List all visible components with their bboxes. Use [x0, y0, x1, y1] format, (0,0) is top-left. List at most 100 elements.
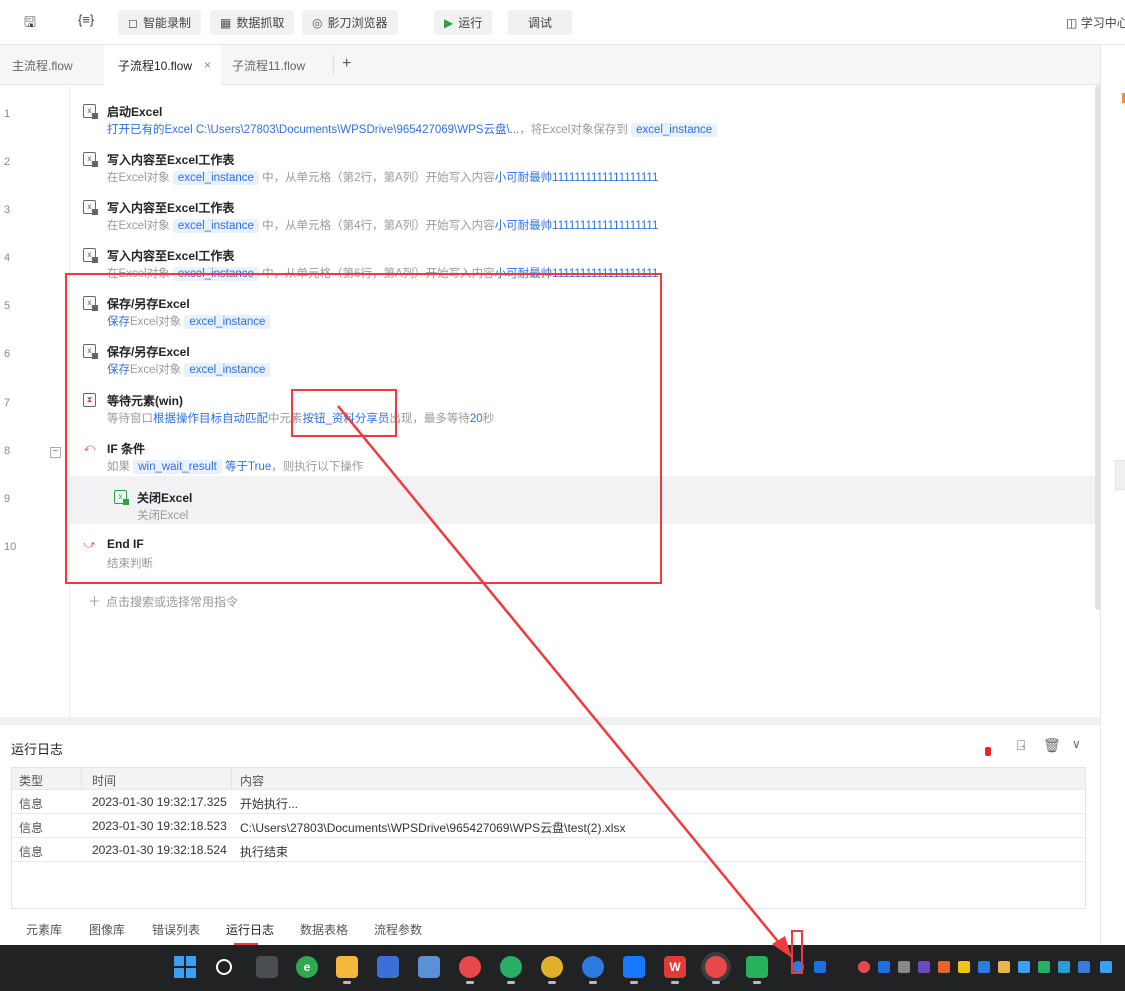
- save-icon[interactable]: 🖫: [24, 12, 36, 36]
- tray-icon[interactable]: [878, 961, 890, 973]
- step-title: 写入内容至Excel工作表: [107, 153, 235, 167]
- tray-icon[interactable]: [938, 961, 950, 973]
- tab-subflow-10[interactable]: 子流程10.flow ×: [104, 45, 222, 85]
- table-row[interactable]: 信息 2023-01-30 19:32:17.325 开始执行...: [12, 790, 1085, 814]
- tab-image-library[interactable]: 图像库: [89, 921, 125, 938]
- desc-text: ，将Excel对象保存到: [519, 124, 628, 136]
- variable-chip[interactable]: excel_instance: [172, 171, 259, 185]
- wechat-icon[interactable]: [500, 956, 522, 984]
- search-icon[interactable]: [216, 959, 232, 975]
- header-type: 类型: [19, 774, 44, 788]
- variable-chip[interactable]: excel_instance: [184, 363, 271, 377]
- run-button[interactable]: ▶ 运行: [434, 10, 493, 35]
- editor-scrollbar[interactable]: [1095, 85, 1101, 610]
- table-row[interactable]: 信息 2023-01-30 19:32:18.523 C:\Users\2780…: [12, 814, 1085, 838]
- step-launch-excel[interactable]: x 启动Excel 打开已有的Excel C:\Users\27803\Docu…: [70, 90, 1095, 138]
- yingdao-active-icon[interactable]: [705, 956, 727, 984]
- tab-error-list[interactable]: 错误列表: [152, 921, 200, 938]
- tray-icon[interactable]: [998, 961, 1010, 973]
- tray-icon[interactable]: [978, 961, 990, 973]
- close-icon[interactable]: ×: [204, 58, 211, 72]
- chrome-icon[interactable]: [541, 956, 563, 984]
- export-icon[interactable]: ⍈: [1017, 737, 1025, 754]
- bottom-tabs: 元素库 图像库 错误列表 运行日志 数据表格 流程参数: [0, 910, 1100, 946]
- column-letter: A: [395, 220, 403, 232]
- tray-icon[interactable]: [918, 961, 930, 973]
- tray-icon[interactable]: [1018, 961, 1030, 973]
- variable-chip[interactable]: excel_instance: [172, 219, 259, 233]
- column-letter: A: [395, 268, 403, 280]
- tray-icon[interactable]: [1038, 961, 1050, 973]
- variable-chip[interactable]: excel_instance: [172, 267, 259, 281]
- right-panel: [1100, 45, 1125, 945]
- task-view-icon[interactable]: [256, 956, 278, 978]
- data-capture-button[interactable]: ▦ 数据抓取: [210, 10, 295, 35]
- log-type: 信息: [19, 845, 44, 859]
- step-write-excel[interactable]: x 写入内容至Excel工作表 在Excel对象 excel_instance …: [70, 234, 1095, 282]
- quick-search-icon[interactable]: [582, 956, 604, 984]
- log-type: 信息: [19, 797, 44, 811]
- panel-toggle-handle[interactable]: [1115, 460, 1125, 490]
- chevron-down-icon[interactable]: ∨: [1072, 737, 1081, 751]
- desc-text: 中，从单元格（第: [262, 172, 355, 184]
- step-save-excel[interactable]: x 保存/另存Excel 保存Excel对象 excel_instance: [70, 282, 1095, 330]
- monitor-icon[interactable]: [418, 956, 440, 978]
- step-save-excel[interactable]: x 保存/另存Excel 保存Excel对象 excel_instance: [70, 330, 1095, 378]
- remote-tool-icon[interactable]: [377, 956, 399, 978]
- file-explorer-icon[interactable]: [336, 956, 358, 984]
- variable-chip[interactable]: excel_instance: [631, 123, 718, 137]
- tab-subflow-11[interactable]: 子流程11.flow: [232, 45, 305, 85]
- tray-icon[interactable]: [1058, 961, 1070, 973]
- tab-element-library[interactable]: 元素库: [26, 921, 62, 938]
- smart-record-button[interactable]: ◻ 智能录制: [118, 10, 201, 35]
- tab-main-flow[interactable]: 主流程.flow: [12, 45, 73, 85]
- variables-icon[interactable]: {≡}: [78, 12, 94, 27]
- desc-text: Excel对象: [130, 316, 182, 328]
- log-time: 2023-01-30 19:32:18.524: [92, 843, 227, 857]
- flow-app-icon[interactable]: [623, 956, 645, 984]
- log-content: C:\Users\27803\Documents\WPSDrive\965427…: [240, 821, 626, 835]
- browser-360-icon[interactable]: e: [296, 956, 318, 978]
- excel-path: 打开已有的Excel C:\Users\27803\Documents\WPSD…: [107, 124, 520, 136]
- tab-data-table[interactable]: 数据表格: [300, 921, 348, 938]
- step-description: 在Excel对象 excel_instance 中，从单元格（第4行，第A列）开…: [107, 217, 658, 233]
- step-title: 保存/另存Excel: [107, 345, 190, 359]
- wps-icon[interactable]: W: [664, 956, 686, 984]
- add-tab-icon[interactable]: +: [333, 55, 351, 75]
- tray-icon[interactable]: [1100, 961, 1112, 973]
- excel-save-icon: x: [83, 296, 98, 311]
- panel-separator[interactable]: [0, 717, 1100, 725]
- tray-icon[interactable]: [898, 961, 910, 973]
- tray-icon[interactable]: [858, 961, 870, 973]
- green-app-icon[interactable]: [746, 956, 768, 984]
- line-number: 3: [4, 204, 11, 216]
- step-write-excel[interactable]: x 写入内容至Excel工作表 在Excel对象 excel_instance …: [70, 186, 1095, 234]
- debug-button[interactable]: 调试: [508, 10, 573, 35]
- tray-icon[interactable]: [814, 961, 826, 973]
- variable-chip[interactable]: win_wait_result: [133, 460, 222, 474]
- tray-icon[interactable]: [958, 961, 970, 973]
- add-command-prompt[interactable]: ＋ 点击搜索或选择常用指令: [88, 591, 238, 610]
- step-write-excel[interactable]: x 写入内容至Excel工作表 在Excel对象 excel_instance …: [70, 138, 1095, 186]
- trash-icon[interactable]: 🗑: [1043, 737, 1061, 754]
- yingdao-browser-button[interactable]: ◎ 影刀浏览器: [302, 10, 398, 35]
- yingdao-icon[interactable]: [459, 956, 481, 984]
- step-close-excel[interactable]: x 关闭Excel 关闭Excel: [70, 476, 1095, 524]
- collapse-icon[interactable]: −: [50, 447, 61, 458]
- tab-flow-params[interactable]: 流程参数: [374, 921, 422, 938]
- taskbar: e W: [0, 945, 1125, 991]
- tab-run-log[interactable]: 运行日志: [226, 921, 274, 938]
- variable-chip[interactable]: excel_instance: [184, 315, 271, 329]
- desc-text: 中，从单元格（第: [262, 220, 355, 232]
- step-if-condition[interactable]: ⤺ IF 条件 如果 win_wait_result 等于True，则执行以下操…: [70, 427, 1095, 475]
- table-row[interactable]: 信息 2023-01-30 19:32:18.524 执行结束: [12, 838, 1085, 862]
- learning-center-link[interactable]: ◫ 学习中心: [1066, 14, 1125, 31]
- step-wait-element[interactable]: ⧗ 等待元素(win) 等待窗口根据操作目标自动匹配中元素按钮_资料分享员出现，…: [70, 379, 1095, 427]
- step-end-if[interactable]: ⤻ End IF 结束判断: [70, 524, 1095, 572]
- desc-text: 在Excel对象: [107, 220, 170, 232]
- windows-start-icon[interactable]: [174, 956, 196, 978]
- header-content: 内容: [240, 774, 265, 788]
- debug-label: 调试: [528, 16, 553, 30]
- tray-icon[interactable]: [1078, 961, 1090, 973]
- step-title: IF 条件: [107, 442, 145, 456]
